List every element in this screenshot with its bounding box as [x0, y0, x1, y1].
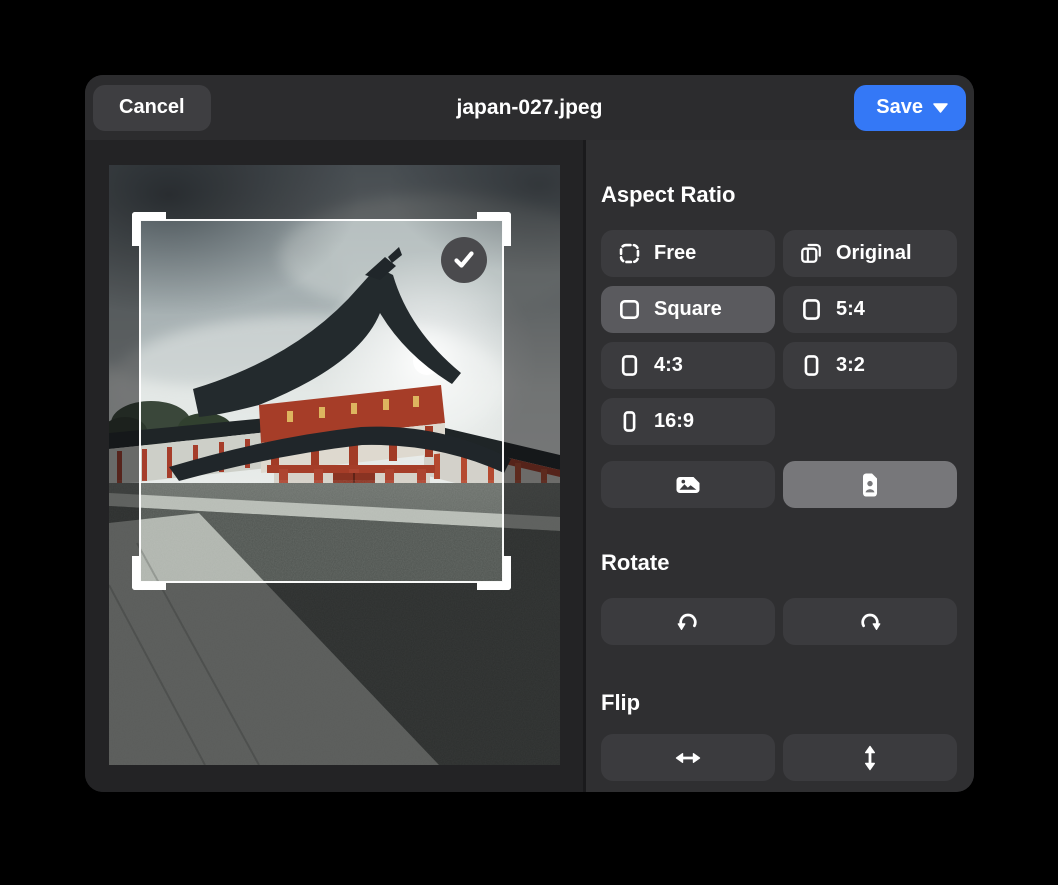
- cancel-button[interactable]: Cancel: [93, 84, 211, 131]
- crop-region[interactable]: [132, 212, 511, 590]
- landscape-photo-icon: [676, 476, 700, 493]
- orientation-row: [601, 461, 957, 508]
- flip-horizontal-button[interactable]: [601, 734, 775, 781]
- square-ratio-icon: [620, 300, 639, 319]
- aspect-option-label: Free: [654, 242, 697, 264]
- aspect-ratio-heading: Aspect Ratio: [601, 182, 736, 207]
- rotate-left-button[interactable]: [601, 598, 775, 645]
- orientation-landscape-button[interactable]: [601, 461, 775, 508]
- save-button[interactable]: Save: [854, 84, 966, 131]
- dialog-content: Aspect Ratio Free Original Square 5:4 4:…: [85, 140, 974, 792]
- photo-canvas: [85, 140, 586, 792]
- rotate-counterclockwise-icon: [677, 613, 697, 630]
- orientation-portrait-button[interactable]: [783, 461, 957, 508]
- aspect-option-16-9[interactable]: 16:9: [601, 398, 775, 445]
- aspect-option-square[interactable]: Square: [601, 286, 775, 333]
- crop-handle-bottom-right[interactable]: [477, 556, 511, 590]
- rotate-right-button[interactable]: [783, 598, 957, 645]
- flip-horizontal-icon: [675, 752, 701, 763]
- aspect-option-label: 16:9: [654, 410, 695, 432]
- crop-handle-top-right[interactable]: [477, 212, 511, 246]
- flip-row: [601, 734, 957, 781]
- screen-background: Cancel japan-027.jpeg Save Aspect Ratio …: [0, 0, 1058, 885]
- ratio-4-3-icon: [621, 355, 638, 376]
- rotate-heading: Rotate: [601, 550, 670, 575]
- aspect-option-label: 3:2: [836, 354, 865, 376]
- rotate-row: [601, 598, 957, 645]
- aspect-option-4-3[interactable]: 4:3: [601, 342, 775, 389]
- ratio-5-4-icon: [803, 299, 820, 320]
- save-button-label: Save: [876, 96, 923, 118]
- ratio-16-9-icon: [623, 411, 636, 432]
- aspect-option-5-4[interactable]: 5:4: [783, 286, 957, 333]
- aspect-option-original[interactable]: Original: [783, 230, 957, 277]
- aspect-option-label: 4:3: [654, 354, 683, 376]
- ratio-3-2-icon: [804, 355, 819, 376]
- aspect-option-label: Square: [654, 298, 722, 320]
- aspect-option-free[interactable]: Free: [601, 230, 775, 277]
- crop-confirm-badge[interactable]: [441, 237, 487, 283]
- portrait-photo-icon: [863, 473, 877, 496]
- crop-handle-top-left[interactable]: [132, 212, 166, 246]
- free-marquee-icon: [619, 243, 640, 264]
- caret-down-icon: [933, 102, 948, 113]
- flip-heading: Flip: [601, 690, 641, 715]
- aspect-ratio-grid: Free Original Square 5:4 4:3 3:2 16:9: [601, 230, 957, 445]
- photo-preview[interactable]: [109, 165, 560, 765]
- image-edit-dialog: Cancel japan-027.jpeg Save Aspect Ratio …: [85, 75, 974, 792]
- edit-controls-panel: Aspect Ratio Free Original Square 5:4 4:…: [586, 140, 974, 792]
- flip-vertical-button[interactable]: [783, 734, 957, 781]
- dialog-topbar: Cancel japan-027.jpeg Save: [85, 75, 974, 140]
- rotate-clockwise-icon: [861, 613, 881, 630]
- flip-vertical-icon: [865, 745, 875, 770]
- original-frames-icon: [801, 243, 821, 263]
- aspect-option-label: 5:4: [836, 298, 865, 320]
- crop-handle-bottom-left[interactable]: [132, 556, 166, 590]
- aspect-option-3-2[interactable]: 3:2: [783, 342, 957, 389]
- aspect-option-label: Original: [836, 242, 912, 264]
- filename-title: japan-027.jpeg: [456, 95, 603, 119]
- checkmark-icon: [454, 251, 474, 268]
